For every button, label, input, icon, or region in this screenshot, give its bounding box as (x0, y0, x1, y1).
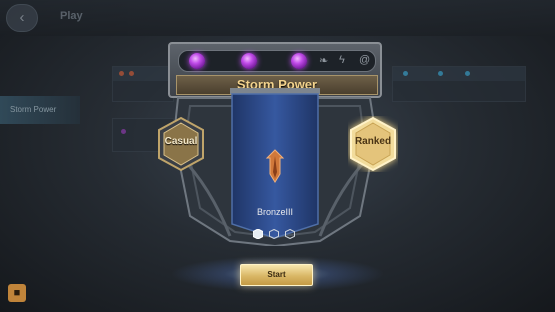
status-dot (121, 129, 126, 134)
profile-button[interactable]: ■ (8, 284, 26, 302)
side-item-storm-power[interactable]: Storm Power (0, 96, 80, 124)
status-dot (465, 71, 470, 76)
background-card-right (392, 66, 526, 102)
side-item-2[interactable] (0, 134, 80, 162)
gem-icon (241, 53, 257, 69)
play-tab[interactable]: Play (60, 10, 83, 22)
status-dot (119, 71, 124, 76)
card-header (393, 67, 525, 81)
people-icon: ■ (13, 287, 21, 299)
casual-mode-button[interactable]: Casual (156, 116, 206, 172)
top-bar: ‹ Play (0, 0, 555, 36)
side-item-3[interactable] (0, 172, 80, 200)
side-menu: Storm Power (0, 96, 80, 256)
progress-pip-filled (253, 229, 263, 239)
ranked-mode-button[interactable]: Ranked (348, 116, 398, 172)
status-dot (129, 71, 134, 76)
status-dot (403, 71, 408, 76)
back-arrow-icon: ‹ (19, 9, 25, 26)
swirl-icon: @ (359, 54, 371, 66)
progress-pip-empty (285, 229, 295, 239)
gem-icon (291, 53, 307, 69)
casual-label: Casual (164, 136, 198, 147)
feather-icon: ❧ (319, 55, 329, 67)
status-dot (438, 71, 443, 76)
gem-icon (189, 53, 205, 69)
progress-pip-empty (269, 229, 279, 239)
bronze-rank-icon (265, 149, 285, 183)
lightning-icon: ϟ (339, 54, 345, 66)
ranked-label: Ranked (354, 136, 392, 147)
back-button[interactable]: ‹ (6, 4, 38, 32)
start-button[interactable]: Start (240, 264, 313, 286)
gem-progress-track: ❧ ϟ @ (178, 50, 376, 72)
rank-progress (253, 229, 298, 241)
rank-name: BronzeIII (256, 207, 294, 217)
